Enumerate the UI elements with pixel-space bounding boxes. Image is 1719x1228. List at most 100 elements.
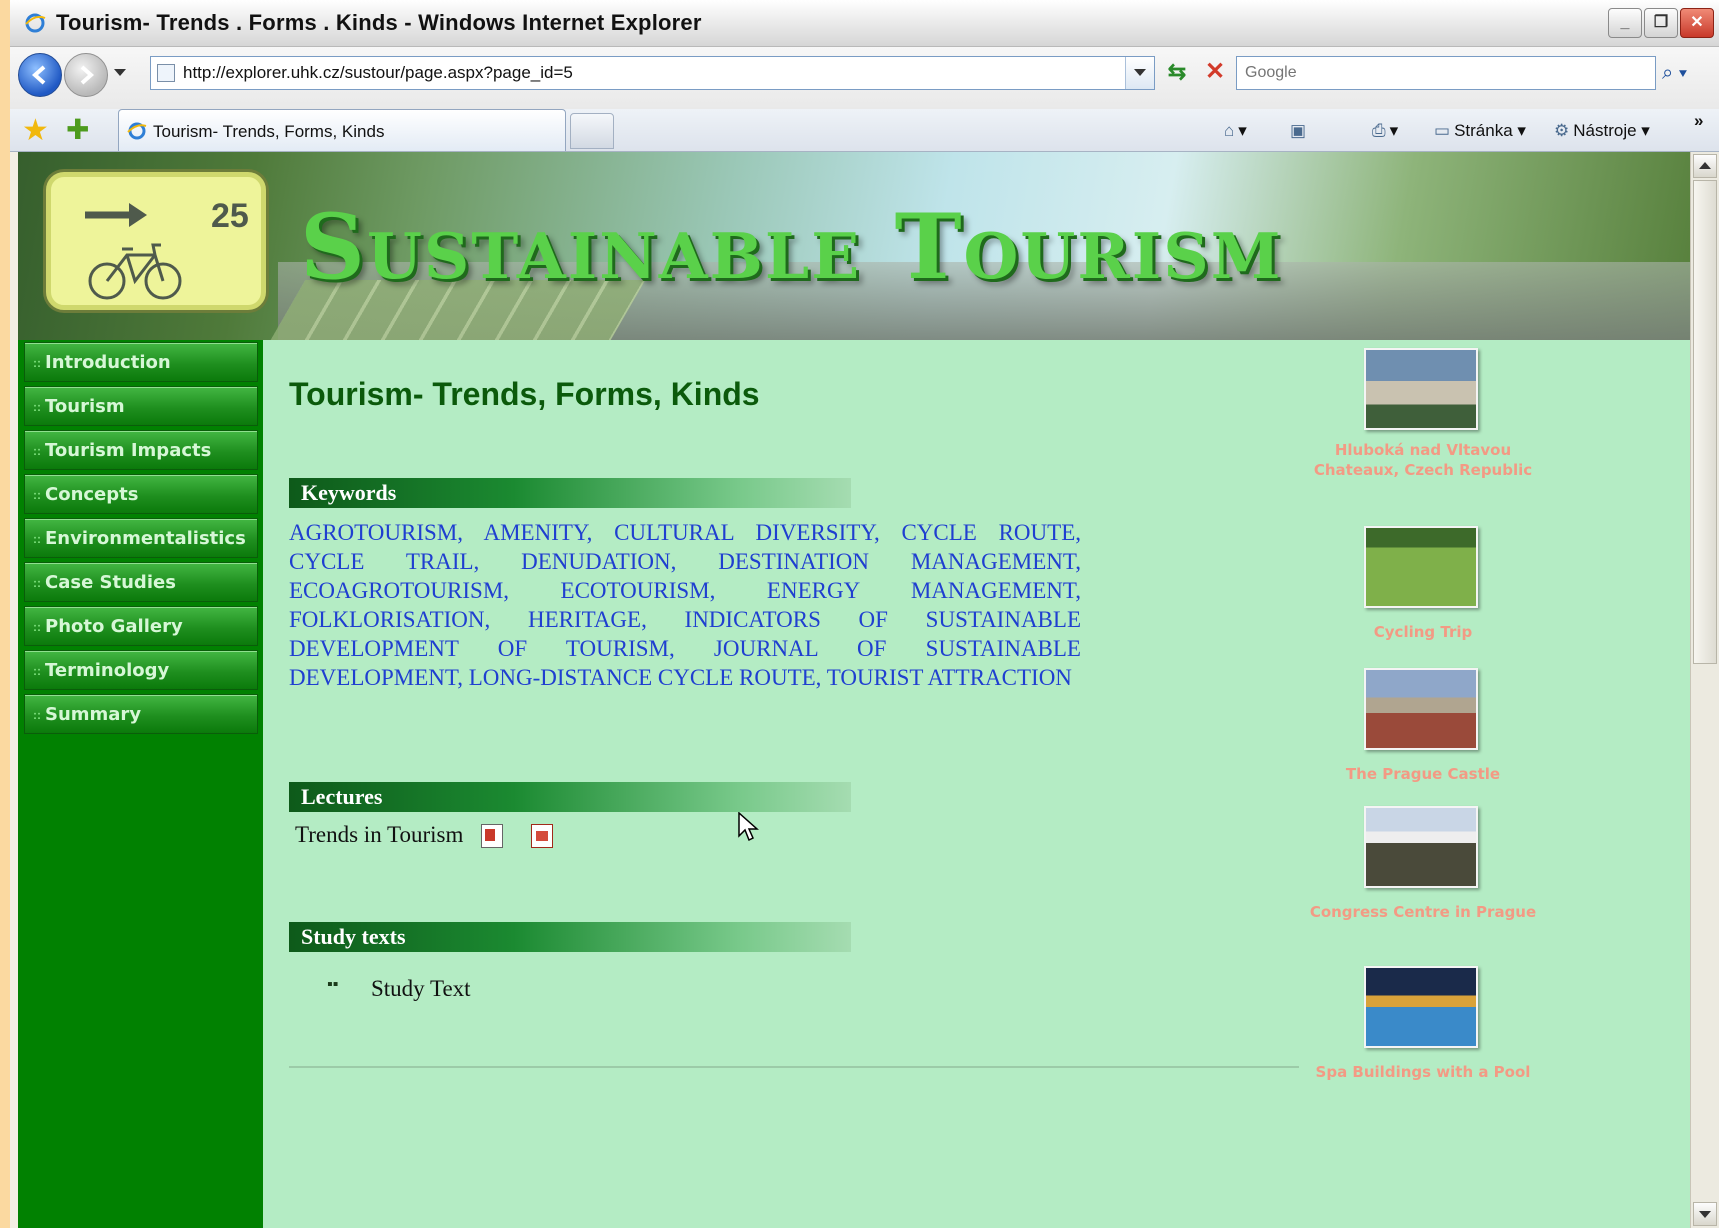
address-dropdown-button[interactable]: [1125, 57, 1154, 89]
search-box[interactable]: [1236, 56, 1656, 90]
address-bar[interactable]: http://explorer.uhk.cz/sustour/page.aspx…: [150, 56, 1155, 90]
window-title: Tourism- Trends . Forms . Kinds - Window…: [56, 10, 702, 35]
sidebar-item-photo-gallery[interactable]: :: Photo Gallery: [24, 606, 258, 646]
add-favorites-icon[interactable]: ✚: [66, 113, 89, 146]
ie-page-icon: [127, 122, 147, 140]
stop-icon[interactable]: ✕: [1200, 57, 1230, 89]
new-tab-button[interactable]: [570, 113, 614, 149]
back-button[interactable]: [18, 53, 62, 97]
page-menu-label: Stránka: [1454, 121, 1513, 140]
gallery-caption[interactable]: Hluboká nad Vltavou Chateaux, Czech Repu…: [1308, 440, 1538, 480]
bullet-icon: ::: [33, 356, 41, 370]
address-url[interactable]: http://explorer.uhk.cz/sustour/page.aspx…: [183, 63, 573, 83]
study-texts-heading: Study texts: [289, 922, 851, 952]
sidebar-item-environmentalistics[interactable]: :: Environmentalistics: [24, 518, 258, 558]
browser-window: Tourism- Trends . Forms . Kinds - Window…: [10, 0, 1719, 1228]
gallery-caption[interactable]: Spa Buildings with a Pool: [1308, 1062, 1538, 1082]
main-content: Tourism- Trends, Forms, Kinds Keywords A…: [263, 340, 1303, 1228]
tools-menu[interactable]: ⚙ Nástroje ▾: [1554, 121, 1650, 141]
ie-logo-icon: [25, 13, 46, 33]
mouse-cursor-icon: [738, 812, 759, 842]
page-menu-icon: ▭: [1434, 121, 1451, 140]
navigation-bar: http://explorer.uhk.cz/sustour/page.aspx…: [10, 47, 1719, 109]
restore-button[interactable]: ❐: [1644, 8, 1678, 38]
arrow-left-icon: [31, 65, 46, 85]
sidebar-item-tourism[interactable]: :: Tourism: [24, 386, 258, 426]
sidebar-item-label: Introduction: [45, 352, 171, 373]
forward-button[interactable]: [64, 53, 108, 97]
scroll-thumb[interactable]: [1693, 180, 1717, 664]
history-dropdown-icon[interactable]: [114, 69, 126, 76]
sidebar-item-label: Terminology: [45, 660, 170, 681]
keywords-heading: Keywords: [289, 478, 851, 508]
study-text-icon: ▪▪: [327, 976, 339, 993]
study-text-link[interactable]: Study Text: [371, 976, 471, 1002]
sign-number: 25: [211, 197, 249, 235]
search-icon[interactable]: ⌕ ▾: [1662, 56, 1710, 90]
gallery-thumbnail[interactable]: [1364, 806, 1478, 888]
sidebar-item-label: Tourism Impacts: [45, 440, 212, 461]
bullet-icon: ::: [33, 444, 41, 458]
close-button[interactable]: ✕: [1680, 8, 1714, 38]
vertical-scrollbar[interactable]: [1690, 152, 1719, 1228]
keywords-heading-label: Keywords: [301, 480, 397, 505]
cycle-route-sign: 25: [46, 172, 266, 310]
sidebar-item-introduction[interactable]: :: Introduction: [24, 342, 258, 382]
sidebar-item-label: Concepts: [45, 484, 139, 505]
scroll-up-button[interactable]: [1693, 154, 1717, 178]
sidebar-item-label: Tourism: [45, 396, 125, 417]
tab-current[interactable]: Tourism- Trends, Forms, Kinds: [118, 109, 566, 151]
bullet-icon: ::: [33, 708, 41, 722]
lectures-heading-label: Lectures: [301, 784, 383, 809]
sidebar-item-label: Summary: [45, 704, 142, 725]
title-bar: Tourism- Trends . Forms . Kinds - Window…: [10, 0, 1719, 47]
sidebar-item-label: Case Studies: [45, 572, 176, 593]
sidebar-item-label: Environmentalistics: [45, 528, 246, 549]
page-title: Tourism- Trends, Forms, Kinds: [289, 376, 760, 412]
gallery-thumbnail[interactable]: [1364, 526, 1478, 608]
powerpoint-icon[interactable]: [481, 824, 503, 848]
pdf-icon[interactable]: [531, 824, 553, 848]
feeds-icon[interactable]: ▣: [1290, 121, 1310, 141]
banner-title: Sustainable Tourism: [300, 194, 1283, 300]
tab-label: Tourism- Trends, Forms, Kinds: [153, 122, 385, 141]
favorites-star-icon[interactable]: ★: [22, 113, 49, 148]
gear-icon: ⚙: [1554, 121, 1570, 140]
gallery-thumbnail[interactable]: [1364, 348, 1478, 430]
bullet-icon: ::: [33, 664, 41, 678]
gallery-thumbnail[interactable]: [1364, 668, 1478, 750]
bullet-icon: ::: [33, 400, 41, 414]
tools-menu-label: Nástroje: [1573, 121, 1637, 140]
page-icon: [157, 64, 175, 82]
sidebar-item-tourism-impacts[interactable]: :: Tourism Impacts: [24, 430, 258, 470]
search-input[interactable]: [1243, 63, 1637, 83]
keywords-links[interactable]: AGROTOURISM, AMENITY, CULTURAL DIVERSITY…: [289, 518, 1081, 692]
photo-gallery: Hluboká nad Vltavou Chateaux, Czech Repu…: [1308, 340, 1690, 1228]
tab-bar: ★ ✚ Tourism- Trends, Forms, Kinds ⌂ ▾ ▣ ⎙…: [10, 109, 1719, 152]
sidebar-item-case-studies[interactable]: :: Case Studies: [24, 562, 258, 602]
sidebar-item-summary[interactable]: :: Summary: [24, 694, 258, 734]
arrow-right-icon: [80, 65, 95, 85]
sidebar-item-concepts[interactable]: :: Concepts: [24, 474, 258, 514]
sidebar-nav: :: Introduction :: Tourism :: Tourism Impac…: [18, 340, 263, 1228]
more-chevron-icon[interactable]: »: [1694, 111, 1703, 131]
bullet-icon: ::: [33, 488, 41, 502]
bicycle-icon: [85, 203, 182, 300]
bullet-icon: ::: [33, 576, 41, 590]
lecture-title: Trends in Tourism: [295, 822, 464, 847]
page-menu[interactable]: ▭ Stránka ▾: [1434, 121, 1526, 141]
sidebar-item-terminology[interactable]: :: Terminology: [24, 650, 258, 690]
refresh-icon[interactable]: ⇆: [1162, 57, 1192, 89]
print-icon[interactable]: ⎙ ▾: [1372, 121, 1398, 141]
site-banner: 25 Sustainable Tourism: [18, 152, 1690, 340]
gallery-caption[interactable]: The Prague Castle: [1308, 764, 1538, 784]
home-icon[interactable]: ⌂ ▾: [1224, 121, 1247, 141]
bullet-icon: ::: [33, 532, 41, 546]
gallery-caption[interactable]: Congress Centre in Prague: [1308, 902, 1538, 922]
scroll-down-button[interactable]: [1693, 1202, 1717, 1226]
minimize-button[interactable]: _: [1608, 8, 1642, 38]
gallery-thumbnail[interactable]: [1364, 966, 1478, 1048]
gallery-caption[interactable]: Cycling Trip: [1308, 622, 1538, 642]
bullet-icon: ::: [33, 620, 41, 634]
web-page: 25 Sustainable Tourism :: Introduction ::…: [18, 152, 1690, 1228]
